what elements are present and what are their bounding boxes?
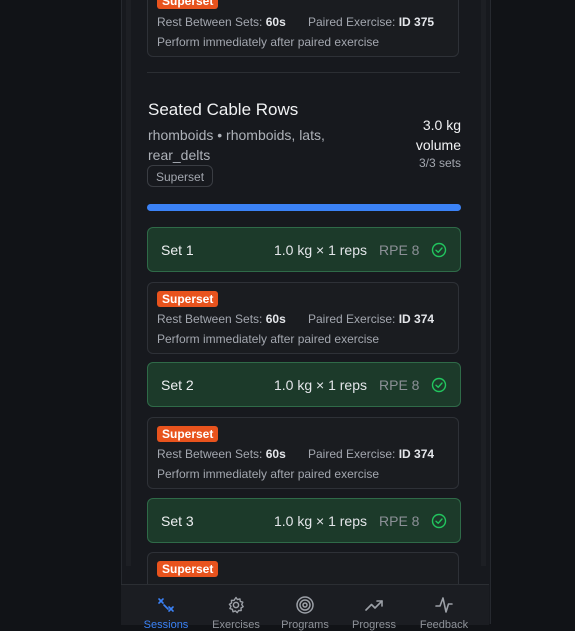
rest-line: Rest Between Sets: 60s Paired Exercise: …: [157, 447, 435, 461]
set-load: 1.0 kg × 1 reps: [274, 242, 368, 258]
set-rpe: RPE 8: [379, 377, 420, 393]
sessions-icon: [158, 598, 174, 612]
rest-line: Rest Between Sets: 60s Paired Exercise: …: [157, 312, 435, 326]
set-name: Set 2: [161, 377, 194, 393]
nav-item-programs[interactable]: Programs: [270, 585, 340, 631]
check-circle-icon: [431, 242, 447, 258]
set-row[interactable]: Set 2 1.0 kg × 1 reps RPE 8: [147, 362, 461, 407]
superset-note: Perform immediately after paired exercis…: [157, 467, 380, 481]
nav-label: Exercises: [212, 619, 260, 631]
superset-badge: Superset: [157, 561, 219, 577]
nav-item-progress[interactable]: Progress: [339, 585, 409, 631]
set-rpe: RPE 8: [379, 513, 420, 529]
set-load: 1.0 kg × 1 reps: [274, 377, 368, 393]
nav-label: Feedback: [419, 619, 469, 631]
section-divider: [147, 72, 460, 73]
set-row[interactable]: Set 3 1.0 kg × 1 reps RPE 8: [147, 498, 461, 543]
superset-info-card: Superset Rest Between Sets: 60s Paired E…: [147, 282, 459, 354]
nav-item-sessions[interactable]: Sessions: [131, 585, 201, 631]
set-name: Set 3: [161, 513, 194, 529]
superset-badge: Superset: [157, 291, 219, 307]
sets-count: 3/3 sets: [418, 156, 461, 170]
set-load: 1.0 kg × 1 reps: [274, 513, 368, 529]
superset-badge: Superset: [157, 0, 219, 9]
paired-exercise: Paired Exercise: ID 375: [308, 15, 435, 29]
bottom-nav: Sessions Exercises Programs Progress Fee…: [121, 584, 489, 631]
progress-fill: [147, 204, 461, 211]
nav-item-feedback[interactable]: Feedback: [409, 585, 479, 631]
nav-item-exercises[interactable]: Exercises: [201, 585, 271, 631]
nav-label: Programs: [281, 619, 329, 631]
superset-info-card: Superset Rest Between Sets: 60s Paired E…: [147, 0, 459, 57]
activity-icon: [435, 597, 453, 613]
scrollbar-track[interactable]: [481, 0, 486, 566]
gear-icon: [228, 596, 244, 614]
check-circle-icon: [431, 377, 447, 393]
paired-exercise: Paired Exercise: ID 374: [308, 312, 435, 326]
nav-label: Progress: [351, 619, 397, 631]
exercise-title: Seated Cable Rows: [148, 100, 299, 119]
target-icon: [296, 596, 314, 614]
exercise-progress-bar: [147, 204, 461, 211]
volume-label: volume: [415, 137, 461, 153]
superset-tag: Superset: [147, 165, 214, 187]
set-name: Set 1: [161, 242, 194, 258]
paired-exercise: Paired Exercise: ID 374: [308, 447, 435, 461]
superset-note: Perform immediately after paired exercis…: [157, 332, 380, 346]
superset-info-card: Superset Rest Between Sets: 60s Paired E…: [147, 417, 459, 489]
rest-line: Rest Between Sets: 60s Paired Exercise: …: [157, 15, 435, 29]
check-circle-icon: [431, 513, 447, 529]
superset-note: Perform immediately after paired exercis…: [157, 35, 380, 49]
scroll-rail-left: [126, 0, 131, 566]
trending-up-icon: [365, 600, 383, 611]
volume-value: 3.0 kg: [422, 117, 461, 133]
exercise-muscles: rhomboids • rhomboids, lats, rear_delts: [148, 127, 325, 163]
nav-label: Sessions: [143, 619, 189, 631]
superset-badge: Superset: [157, 426, 219, 442]
set-rpe: RPE 8: [379, 242, 420, 258]
set-row[interactable]: Set 1 1.0 kg × 1 reps RPE 8: [147, 227, 461, 272]
